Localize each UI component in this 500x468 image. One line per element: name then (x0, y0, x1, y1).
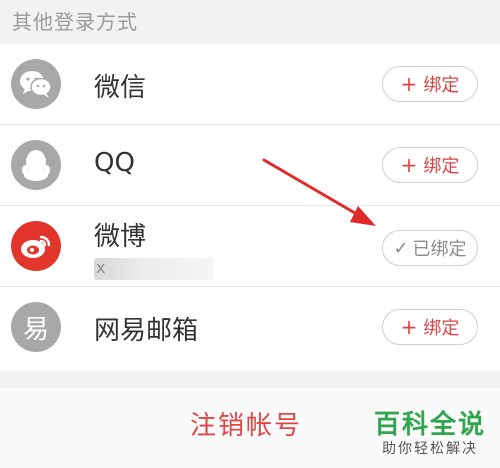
watermark-subtitle: 助你轻松解决 (381, 441, 478, 457)
bind-button-label: 绑定 (423, 75, 460, 96)
account-name: 网易邮箱 (94, 316, 199, 346)
weibo-icon (11, 221, 61, 271)
account-name: 微信 (94, 73, 147, 103)
qq-icon (11, 140, 61, 190)
masked-username-text: x (96, 258, 106, 277)
masked-username: x (94, 258, 214, 280)
netease-mail-icon: 易 (11, 302, 61, 352)
check-icon: ✓ (393, 237, 409, 259)
list-item-weibo: 微博 x ✓ 已绑定 (0, 206, 500, 287)
bind-button-label: 已绑定 (412, 239, 467, 260)
list-item-qq: QQ + 绑定 (0, 125, 500, 206)
logout-area: 注销帐号 百科全说 助你轻松解决 (0, 388, 500, 468)
wechat-icon (11, 59, 61, 109)
bind-button-label: 绑定 (423, 318, 460, 339)
plus-icon: + (400, 315, 418, 339)
bind-button-netease-mail[interactable]: + 绑定 (382, 309, 478, 345)
bind-button-label: 绑定 (423, 156, 460, 177)
bound-button-weibo[interactable]: ✓ 已绑定 (382, 230, 478, 266)
bind-button-qq[interactable]: + 绑定 (382, 147, 478, 183)
watermark-title: 百科全说 (373, 410, 486, 440)
account-list: 微信 + 绑定 QQ + 绑定 微博 x ✓ 已绑定 易 网易邮箱 + 绑定 (0, 44, 500, 371)
watermark-logo: 百科全说 助你轻松解决 (374, 410, 486, 458)
account-name: QQ (94, 148, 135, 178)
logout-button[interactable]: 注销帐号 (190, 405, 302, 442)
bind-button-wechat[interactable]: + 绑定 (382, 66, 478, 102)
list-item-wechat: 微信 + 绑定 (0, 44, 500, 125)
section-header: 其他登录方式 (0, 0, 500, 44)
list-item-netease-mail: 易 网易邮箱 + 绑定 (0, 287, 500, 371)
section-title: 其他登录方式 (12, 10, 138, 34)
plus-icon: + (400, 72, 418, 96)
netease-mail-glyph: 易 (22, 314, 49, 345)
account-name: 微博 (94, 222, 147, 252)
plus-icon: + (400, 153, 418, 177)
